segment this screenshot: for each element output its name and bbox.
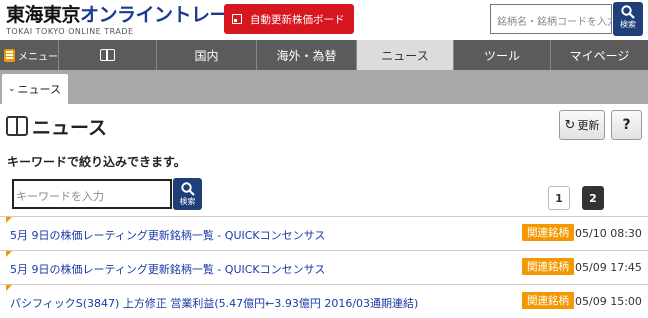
news-time: 05/09 15:00 bbox=[575, 295, 642, 308]
related-stocks-badge[interactable]: 関連銘柄 bbox=[522, 258, 574, 275]
news-headline[interactable]: 5月 9日の株価レーティング更新銘柄一覧 - QUICKコンセンサス bbox=[10, 261, 325, 277]
news-row: パシフィックS(3847) 上方修正 営業利益(5.47億円←3.93億円 20… bbox=[0, 284, 648, 318]
filter-label: キーワードで絞り込みできます。 bbox=[7, 155, 186, 169]
keyword-input[interactable]: キーワードを入力 bbox=[12, 179, 172, 209]
nav-item-domestic[interactable]: 国内 bbox=[156, 40, 256, 70]
news-headline[interactable]: パシフィックS(3847) 上方修正 営業利益(5.47億円←3.93億円 20… bbox=[10, 295, 418, 311]
news-row: 5月 9日の株価レーティング更新銘柄一覧 - QUICKコンセンサス 関連銘柄 … bbox=[0, 250, 648, 284]
refresh-button[interactable]: ↻ 更新 bbox=[559, 110, 605, 140]
logo-text-black: 東海東京 bbox=[6, 4, 81, 26]
page-button-2[interactable]: 2 bbox=[582, 186, 604, 210]
nav-item-tools[interactable]: ツール bbox=[453, 40, 550, 70]
corner-marker-icon bbox=[6, 251, 12, 257]
nav-book-button[interactable] bbox=[58, 40, 156, 70]
news-headline[interactable]: 5月 9日の株価レーティング更新銘柄一覧 - QUICKコンセンサス bbox=[10, 227, 325, 243]
nav-menu-label: メニュー bbox=[18, 51, 58, 63]
page-title: ニュース bbox=[32, 117, 108, 139]
help-button[interactable]: ? bbox=[611, 110, 642, 140]
nav-item-mypage[interactable]: マイページ bbox=[550, 40, 648, 70]
keyword-search-label: 検索 bbox=[179, 197, 196, 206]
corner-marker-icon bbox=[6, 217, 12, 223]
search-icon bbox=[621, 5, 635, 19]
nav-item-overseas-fx[interactable]: 海外・為替 bbox=[256, 40, 356, 70]
page-button-1[interactable]: 1 bbox=[548, 186, 570, 210]
auto-update-board-button[interactable]: 自動更新株価ボード bbox=[224, 4, 354, 34]
corner-marker-icon bbox=[6, 285, 12, 291]
sub-nav: ⌄ ニュース bbox=[0, 70, 648, 104]
book-icon bbox=[100, 49, 115, 61]
hamburger-icon bbox=[4, 48, 15, 62]
refresh-label: 更新 bbox=[577, 119, 600, 132]
main-nav: メニュー 国内 海外・為替 ニュース ツール マイページ bbox=[0, 40, 648, 70]
auto-update-board-label: 自動更新株価ボード bbox=[250, 13, 345, 26]
search-icon bbox=[180, 182, 195, 196]
news-time: 05/10 08:30 bbox=[575, 227, 642, 240]
header: 東海東京オンライントレード TOKAI TOKYO ONLINE TRADE 自… bbox=[0, 0, 648, 40]
logo-text-blue: オンライントレード bbox=[80, 4, 247, 26]
book-icon bbox=[6, 116, 28, 136]
refresh-icon: ↻ bbox=[564, 117, 576, 133]
subnav-tab-label: ニュース bbox=[17, 83, 61, 96]
keyword-search-button[interactable]: 検索 bbox=[173, 178, 202, 210]
chevron-down-icon: ⌄ bbox=[8, 84, 16, 94]
subnav-tab-news[interactable]: ⌄ ニュース bbox=[2, 74, 68, 104]
logo-subtitle: TOKAI TOKYO ONLINE TRADE bbox=[6, 27, 134, 36]
stock-search-button[interactable]: 検索 bbox=[613, 2, 643, 36]
news-row: 5月 9日の株価レーティング更新銘柄一覧 - QUICKコンセンサス 関連銘柄 … bbox=[0, 216, 648, 250]
site-logo[interactable]: 東海東京オンライントレード TOKAI TOKYO ONLINE TRADE bbox=[6, 4, 247, 36]
news-time: 05/09 17:45 bbox=[575, 261, 642, 274]
related-stocks-badge[interactable]: 関連銘柄 bbox=[522, 224, 574, 241]
popup-window-icon bbox=[232, 14, 242, 24]
nav-item-news[interactable]: ニュース bbox=[356, 40, 453, 70]
stock-search-label: 検索 bbox=[620, 20, 636, 29]
nav-menu-button[interactable]: メニュー bbox=[0, 40, 58, 70]
related-stocks-badge[interactable]: 関連銘柄 bbox=[522, 292, 574, 309]
stock-search-input[interactable]: 銘柄名・銘柄コードを入力 bbox=[490, 4, 612, 34]
